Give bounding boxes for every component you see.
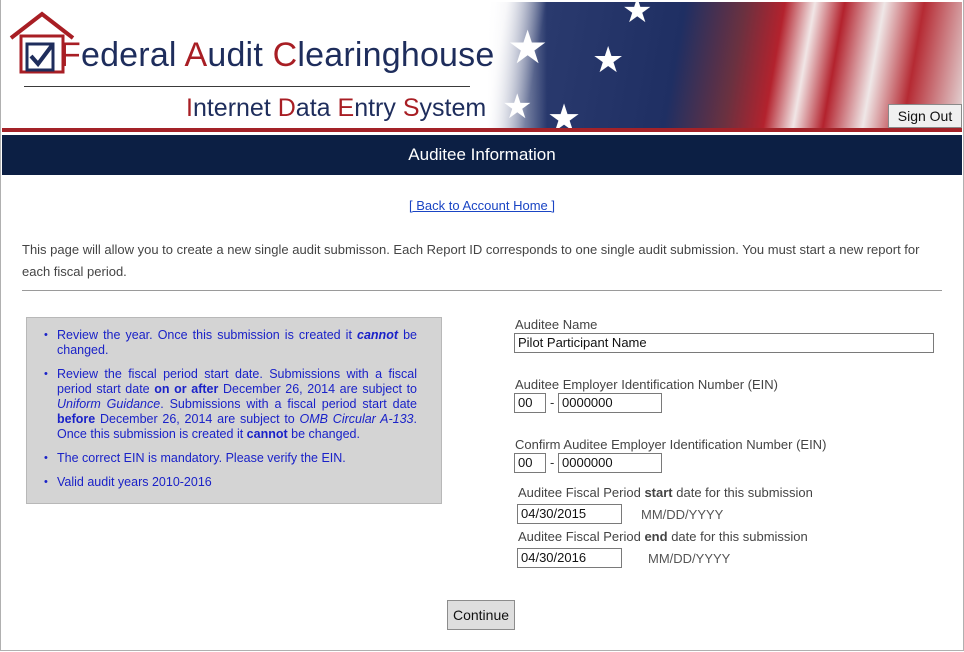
- confirm-ein-label: Confirm Auditee Employer Identification …: [515, 437, 827, 452]
- confirm-ein-suffix-input[interactable]: 0000000: [558, 453, 662, 473]
- flag-star-icon: ★: [507, 21, 549, 73]
- intro-text: This page will allow you to create a new…: [22, 242, 920, 279]
- auditee-name-input[interactable]: Pilot Participant Name: [514, 333, 934, 353]
- ein-prefix-input[interactable]: 00: [514, 393, 546, 413]
- fiscal-end-date-input[interactable]: 04/30/2016: [517, 548, 622, 568]
- ein-label: Auditee Employer Identification Number (…: [515, 377, 779, 392]
- flag-star-icon: ★: [547, 98, 582, 128]
- back-to-account-home-link[interactable]: [ Back to Account Home ]: [0, 198, 964, 213]
- section-divider: [22, 290, 942, 291]
- instruction-item: Review the year. Once this submission is…: [44, 328, 417, 358]
- instruction-item: Review the fiscal period start date. Sub…: [44, 367, 417, 442]
- flag-star-icon: ★: [622, 2, 653, 30]
- site-title: Federal Audit Clearinghouse: [60, 36, 495, 74]
- continue-button[interactable]: Continue: [447, 600, 515, 630]
- fiscal-start-date-input[interactable]: 04/30/2015: [517, 504, 622, 524]
- sign-out-button[interactable]: Sign Out: [888, 104, 962, 128]
- site-subtitle: Internet Data Entry System: [186, 94, 487, 122]
- ein-dash: -: [550, 395, 555, 410]
- auditee-name-label: Auditee Name: [515, 317, 598, 332]
- instruction-item: Valid audit years 2010-2016: [44, 475, 417, 490]
- instruction-item: The correct EIN is mandatory. Please ver…: [44, 451, 417, 466]
- page-title: Auditee Information: [408, 145, 556, 164]
- fiscal-start-label: Auditee Fiscal Period start date for thi…: [518, 485, 813, 500]
- fiscal-end-label: Auditee Fiscal Period end date for this …: [518, 529, 808, 544]
- instructions-panel: Review the year. Once this submission is…: [26, 317, 442, 504]
- start-date-format-hint: MM/DD/YYYY: [641, 507, 724, 522]
- page-title-banner: Auditee Information: [2, 135, 962, 175]
- flag-star-icon: ★: [592, 39, 625, 80]
- flag-star-icon: ★: [502, 88, 533, 126]
- end-date-format-hint: MM/DD/YYYY: [648, 551, 731, 566]
- confirm-ein-dash: -: [550, 455, 555, 470]
- confirm-ein-prefix-input[interactable]: 00: [514, 453, 546, 473]
- title-divider: [24, 86, 470, 87]
- site-header: ★ ★ ★ ★ ★ Federal Audit Clearinghouse In…: [2, 2, 962, 128]
- ein-suffix-input[interactable]: 0000000: [558, 393, 662, 413]
